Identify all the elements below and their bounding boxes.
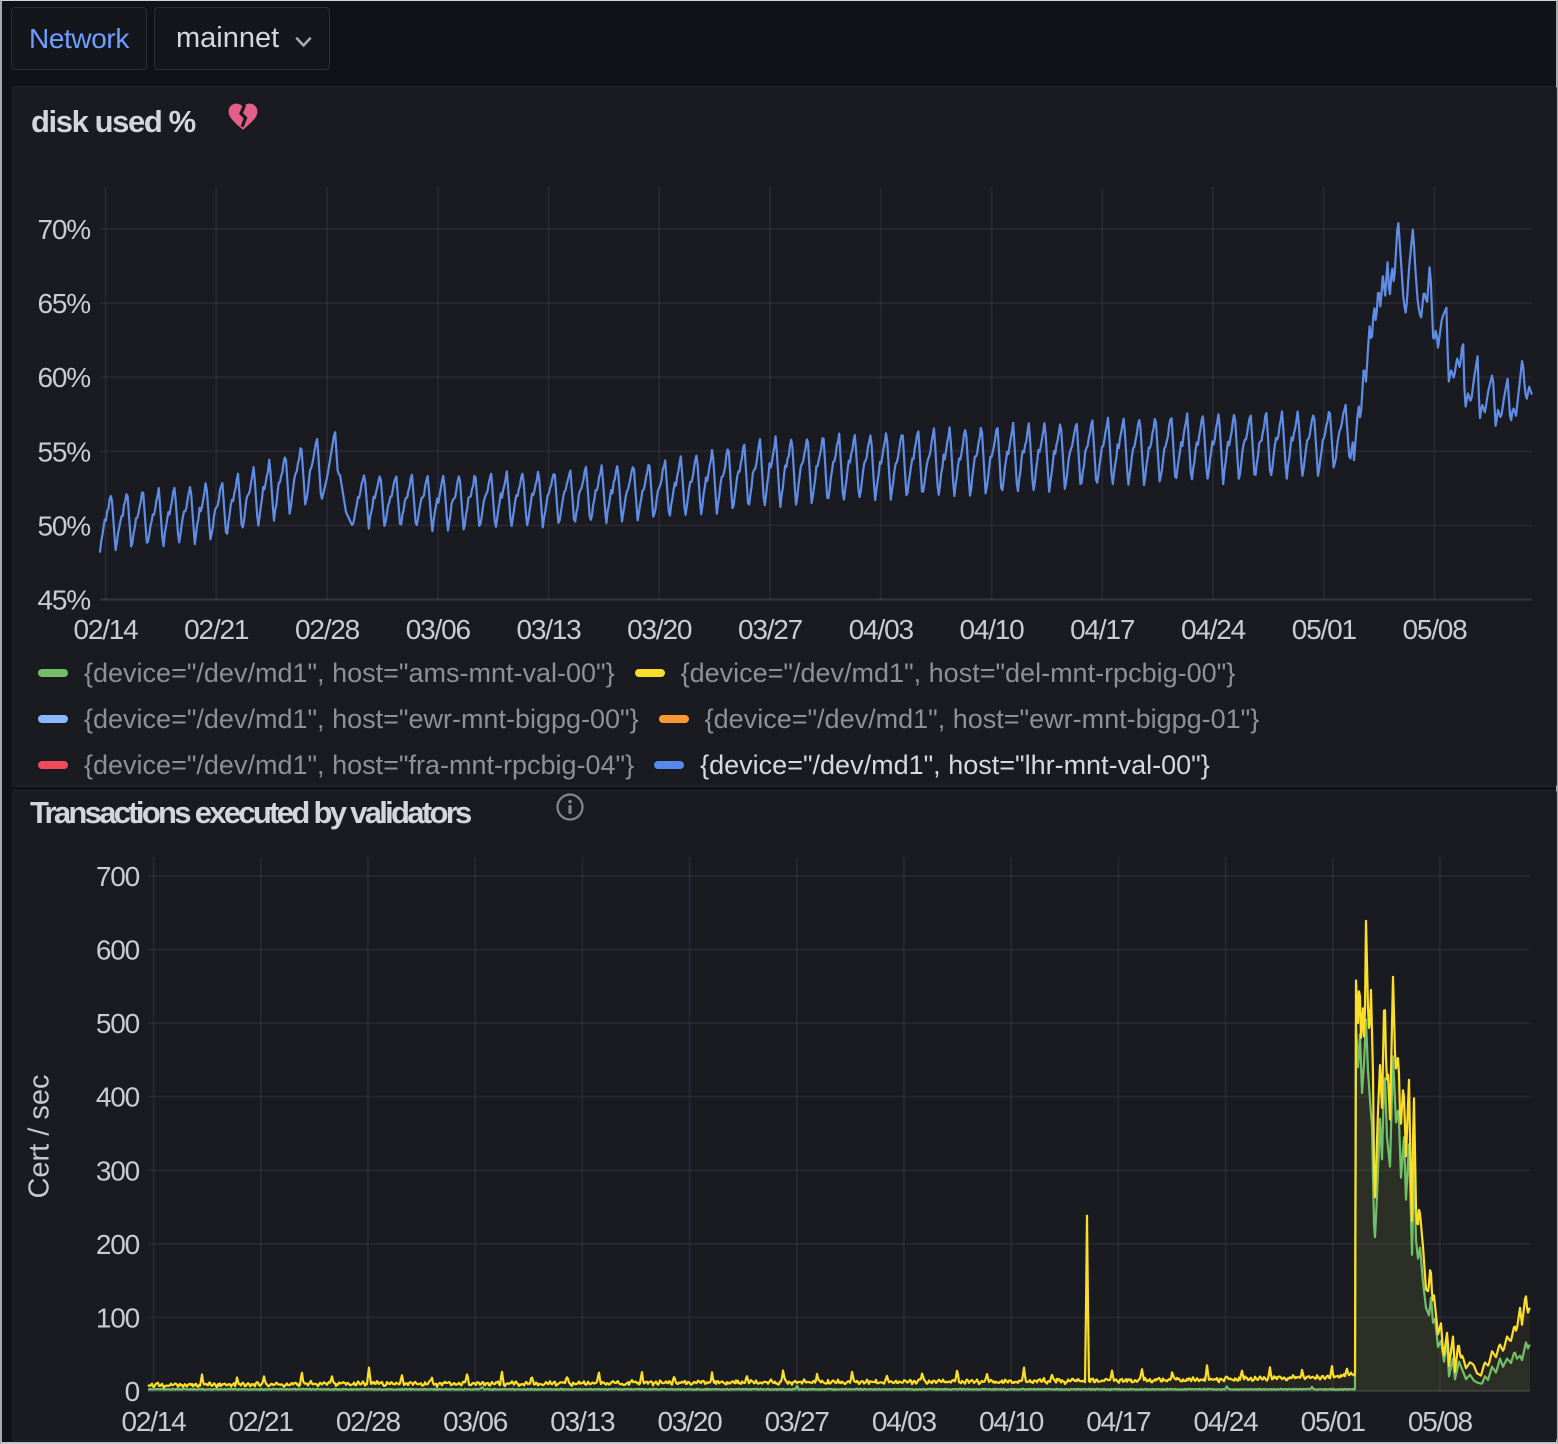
svg-text:0: 0 [125, 1376, 140, 1407]
svg-text:03/27: 03/27 [765, 1406, 830, 1437]
svg-text:02/28: 02/28 [295, 614, 360, 645]
svg-text:200: 200 [96, 1229, 140, 1260]
svg-text:02/14: 02/14 [121, 1406, 186, 1437]
svg-text:05/08: 05/08 [1408, 1406, 1473, 1437]
svg-text:03/13: 03/13 [516, 614, 581, 645]
svg-text:04/10: 04/10 [979, 1406, 1044, 1437]
svg-text:02/28: 02/28 [336, 1406, 401, 1437]
svg-text:03/20: 03/20 [627, 614, 692, 645]
svg-text:04/17: 04/17 [1070, 614, 1135, 645]
svg-text:03/06: 03/06 [406, 614, 471, 645]
svg-text:04/24: 04/24 [1181, 614, 1246, 645]
svg-text:04/17: 04/17 [1086, 1406, 1151, 1437]
svg-text:05/01: 05/01 [1292, 614, 1357, 645]
svg-text:70%: 70% [38, 214, 91, 245]
svg-text:45%: 45% [38, 585, 91, 616]
svg-text:05/01: 05/01 [1301, 1406, 1366, 1437]
svg-text:03/06: 03/06 [443, 1406, 508, 1437]
svg-text:600: 600 [96, 935, 140, 966]
svg-text:04/24: 04/24 [1193, 1406, 1258, 1437]
svg-text:55%: 55% [38, 436, 91, 467]
svg-text:03/27: 03/27 [738, 614, 803, 645]
svg-text:65%: 65% [38, 288, 91, 319]
svg-text:02/21: 02/21 [229, 1406, 294, 1437]
svg-text:04/10: 04/10 [959, 614, 1024, 645]
svg-text:300: 300 [96, 1155, 140, 1186]
svg-text:500: 500 [96, 1008, 140, 1039]
svg-text:02/14: 02/14 [73, 614, 138, 645]
svg-text:04/03: 04/03 [849, 614, 914, 645]
svg-text:60%: 60% [38, 362, 91, 393]
svg-text:04/03: 04/03 [872, 1406, 937, 1437]
svg-text:100: 100 [96, 1302, 140, 1333]
svg-text:03/13: 03/13 [550, 1406, 615, 1437]
svg-text:02/21: 02/21 [184, 614, 249, 645]
svg-text:05/08: 05/08 [1402, 614, 1467, 645]
svg-text:400: 400 [96, 1082, 140, 1113]
svg-text:50%: 50% [38, 510, 91, 541]
svg-text:03/20: 03/20 [657, 1406, 722, 1437]
svg-text:700: 700 [96, 861, 140, 892]
